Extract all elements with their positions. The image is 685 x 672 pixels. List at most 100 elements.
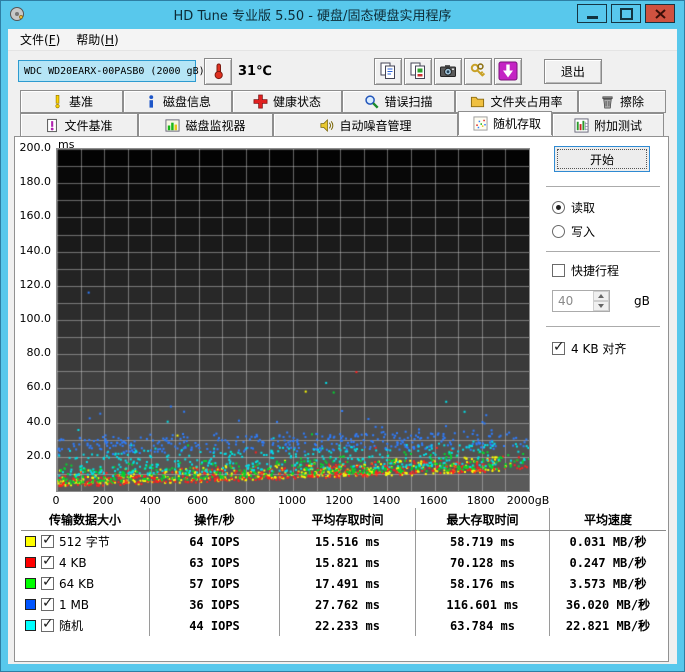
extra-tests-icon [574, 117, 589, 133]
y-tick-label: 120.0 [19, 277, 52, 291]
maximize-icon [619, 7, 633, 20]
disk-monitor-icon [165, 118, 181, 133]
series-label: 64 KB [59, 576, 95, 591]
col-avg-access: 平均存取时间 [279, 508, 415, 530]
avg-access-value: 22.233 ms [279, 615, 415, 636]
close-button[interactable] [645, 4, 675, 23]
keys-icon [470, 63, 485, 77]
series-checkbox[interactable] [41, 553, 54, 569]
menu-help[interactable]: 帮助(H) [68, 29, 126, 50]
client-area: 文件(F) 帮助(H) WDC WD20EARX-00PASB0 (2000 g… [8, 29, 677, 664]
app-icon [9, 6, 25, 25]
read-radio[interactable] [552, 201, 565, 214]
ops-value: 64 IOPS [149, 531, 279, 552]
aam-icon [319, 118, 334, 133]
tab-extra-tests[interactable]: 附加测试 [552, 113, 664, 137]
tab-random-access[interactable]: 随机存取 [458, 111, 552, 135]
file-benchmark-icon [45, 118, 59, 133]
exit-button[interactable]: 退出 [543, 58, 602, 84]
tab-bar: 基准 磁盘信息 健康状态 错误扫描 文件夹占用率 擦除 文件基准 磁盘监视器 自… [20, 90, 666, 137]
tab-disk-monitor[interactable]: 磁盘监视器 [138, 113, 273, 137]
series-color-swatch [25, 536, 36, 547]
series-checkbox[interactable] [41, 616, 54, 632]
table-row-random: 随机 44 IOPS 22.233 ms 63.784 ms 22.821 MB… [21, 615, 666, 636]
minimize-button[interactable] [577, 4, 607, 23]
col-max-access: 最大存取时间 [415, 508, 549, 530]
temperature-value: 31℃ [238, 63, 272, 79]
random-access-page: ms 20.0 40.0 60.0 80.0 100.0 120.0 140.0 160.0 1… [14, 136, 669, 662]
y-tick-label: 140.0 [19, 243, 52, 257]
separator [546, 326, 660, 327]
series-checkbox[interactable] [41, 595, 54, 611]
max-access-value: 63.784 ms [415, 615, 549, 636]
table-row-4kb: 4 KB 63 IOPS 15.821 ms 70.128 ms 0.247 M… [21, 552, 666, 573]
maximize-button[interactable] [611, 4, 641, 23]
screenshot-button[interactable] [433, 57, 462, 85]
tab-benchmark[interactable]: 基准 [20, 90, 123, 113]
short-stroke-checkbox[interactable] [552, 264, 565, 277]
table-row-64kb: 64 KB 57 IOPS 17.491 ms 58.176 ms 3.573 … [21, 573, 666, 594]
menu-file[interactable]: 文件(F) [12, 29, 68, 50]
thermometer-icon [214, 63, 223, 80]
update-button[interactable] [493, 57, 522, 85]
avg-access-value: 15.821 ms [279, 552, 415, 573]
y-tick-label: 160.0 [19, 209, 52, 223]
copy-image-button[interactable] [403, 57, 432, 85]
y-tick-label: 180.0 [19, 175, 52, 189]
series-label: 512 字节 [59, 535, 110, 549]
arrow-down-icon [598, 304, 604, 308]
table-row-1mb: 1 MB 36 IOPS 27.762 ms 116.601 ms 36.020… [21, 594, 666, 615]
random-access-scatter-plot [56, 148, 530, 492]
ops-value: 44 IOPS [149, 615, 279, 636]
tab-folder-usage[interactable]: 文件夹占用率 [455, 90, 578, 113]
short-stroke-option[interactable]: 快捷行程 [552, 262, 660, 279]
start-button[interactable]: 开始 [554, 146, 650, 172]
temperature-button[interactable] [204, 57, 232, 85]
avg-access-value: 15.516 ms [279, 531, 415, 552]
tab-health[interactable]: 健康状态 [232, 90, 342, 113]
tab-error-scan[interactable]: 错误扫描 [342, 90, 455, 113]
series-label: 4 KB [59, 555, 87, 570]
error-scan-icon [364, 94, 380, 109]
series-color-swatch [25, 557, 36, 568]
disk-info-icon [144, 94, 158, 109]
copy-report-button[interactable] [373, 57, 402, 85]
health-icon [253, 94, 268, 109]
toolbar-buttons [373, 57, 524, 85]
window-title: HD Tune 专业版 5.50 - 硬盘/固态硬盘实用程序 [173, 9, 452, 24]
short-stroke-spinner[interactable]: 40 [552, 290, 610, 312]
spinner-down-button[interactable] [593, 301, 609, 311]
write-option[interactable]: 写入 [552, 223, 660, 240]
drive-select[interactable]: WDC WD20EARX-00PASB0 (2000 gB) [18, 60, 213, 82]
read-option[interactable]: 读取 [552, 199, 660, 216]
tab-disk-info[interactable]: 磁盘信息 [123, 90, 232, 113]
align-checkbox[interactable] [552, 339, 565, 355]
col-transfer-size: 传输数据大小 [48, 512, 121, 527]
toolbar: WDC WD20EARX-00PASB0 (2000 gB) 31℃ 退出 [8, 51, 677, 91]
folder-usage-icon [470, 94, 485, 109]
write-radio[interactable] [552, 225, 565, 238]
results-table: 传输数据大小 操作/秒 平均存取时间 最大存取时间 平均速度 512 字节 64… [21, 508, 666, 636]
y-tick-label: 60.0 [26, 380, 52, 394]
options-button[interactable] [463, 57, 492, 85]
close-icon [654, 8, 666, 19]
series-checkbox[interactable] [41, 574, 54, 590]
random-access-icon [473, 116, 488, 131]
tab-aam[interactable]: 自动噪音管理 [273, 113, 458, 137]
separator [546, 251, 660, 252]
tab-file-benchmark[interactable]: 文件基准 [20, 113, 138, 137]
test-controls: 开始 读取 写入 快捷行程 40 gB ✓ 4 KB 对齐 [546, 146, 660, 357]
copy-image-icon [410, 62, 425, 79]
align-option[interactable]: 4 KB 对齐 [552, 339, 660, 357]
col-avg-speed: 平均速度 [549, 508, 666, 530]
spinner-up-button[interactable] [593, 291, 609, 301]
tab-erase[interactable]: 擦除 [578, 90, 666, 113]
series-checkbox[interactable] [41, 532, 54, 548]
max-access-value: 70.128 ms [415, 552, 549, 573]
drive-select-value: WDC WD20EARX-00PASB0 (2000 gB) [24, 65, 205, 77]
max-access-value: 58.719 ms [415, 531, 549, 552]
x-tick-label: 2000gB [506, 494, 550, 507]
avg-speed-value: 0.247 MB/秒 [549, 552, 666, 573]
y-tick-label: 100.0 [19, 312, 52, 325]
series-color-swatch [25, 599, 36, 610]
